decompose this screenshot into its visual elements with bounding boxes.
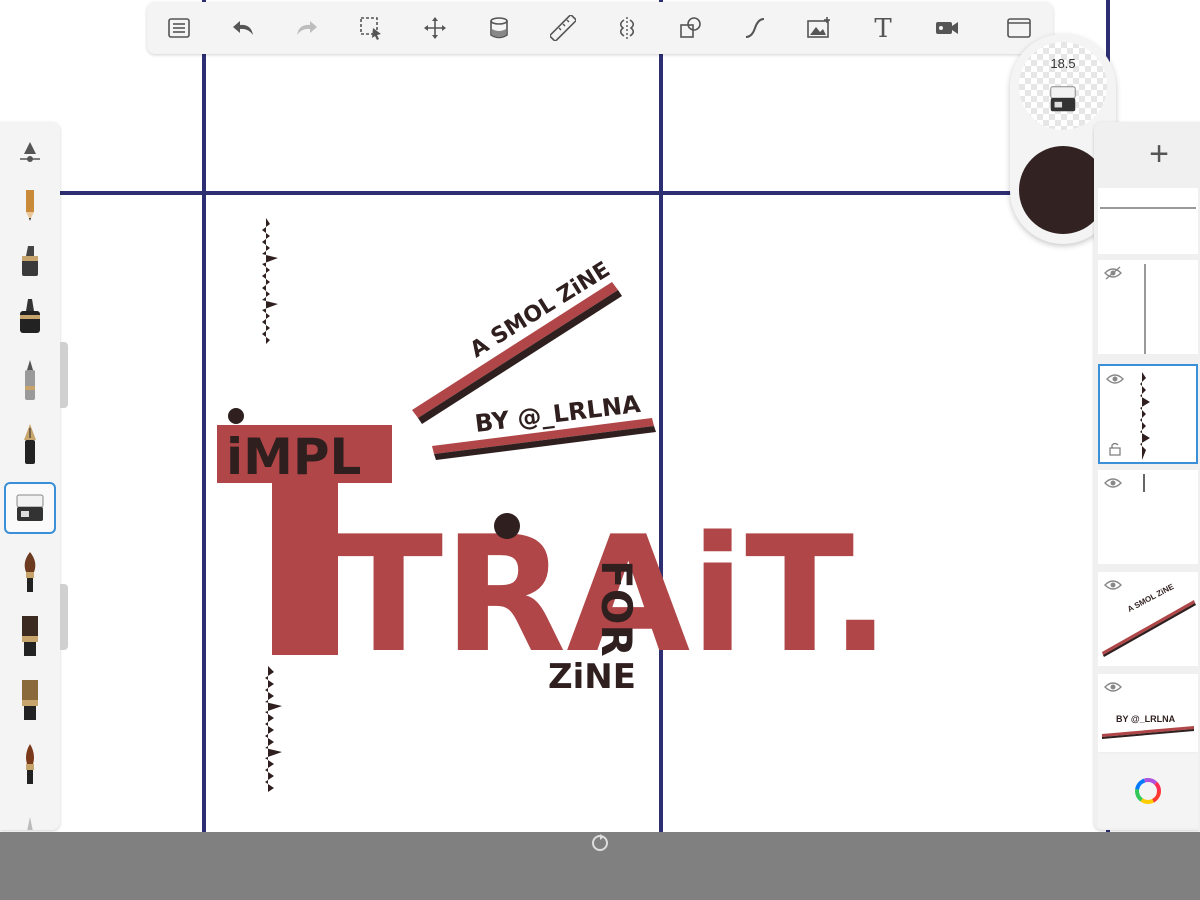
undo-icon[interactable] bbox=[211, 2, 275, 54]
rotate-handle-icon[interactable] bbox=[590, 833, 610, 853]
plus-icon: + bbox=[1149, 135, 1169, 173]
layer-preview bbox=[1143, 474, 1145, 492]
shapes-icon[interactable] bbox=[659, 2, 723, 54]
layer-preview bbox=[1102, 726, 1194, 739]
paint-brush-icon[interactable] bbox=[4, 546, 56, 598]
svg-text:T: T bbox=[874, 15, 892, 41]
layers-list-icon[interactable] bbox=[147, 2, 211, 54]
layer-thumbnail-1[interactable] bbox=[1098, 188, 1198, 254]
eraser-brush-icon[interactable] bbox=[4, 482, 56, 534]
zigzag-decoration-bottom bbox=[265, 666, 282, 792]
round-brush-icon[interactable] bbox=[4, 738, 56, 790]
transform-icon[interactable] bbox=[403, 2, 467, 54]
color-wheel-icon bbox=[1135, 778, 1161, 804]
symmetry-icon[interactable] bbox=[595, 2, 659, 54]
bristle-brush-icon[interactable] bbox=[4, 674, 56, 726]
title-word-impl: iMPL bbox=[226, 428, 361, 486]
layer-preview bbox=[1100, 207, 1196, 209]
redo-icon[interactable] bbox=[275, 2, 339, 54]
fountain-pen-brush-icon[interactable] bbox=[4, 418, 56, 470]
layer-preview-text: BY @_LRLNA bbox=[1116, 714, 1176, 724]
layer-thumbnail-2[interactable] bbox=[1098, 260, 1198, 354]
layer-thumbnail-3[interactable] bbox=[1098, 364, 1198, 464]
brush-settings-icon[interactable] bbox=[4, 126, 56, 178]
add-layer-button[interactable]: + bbox=[1118, 122, 1200, 186]
curve-icon[interactable] bbox=[723, 2, 787, 54]
ink-pen-brush-icon[interactable] bbox=[4, 290, 56, 342]
selection-icon[interactable] bbox=[339, 2, 403, 54]
color-picker-button[interactable] bbox=[1098, 754, 1198, 828]
brush-opacity-slider-handle[interactable] bbox=[60, 584, 68, 650]
flat-brush-icon[interactable] bbox=[4, 610, 56, 662]
layer-thumbnail-5[interactable]: A SMOL ZiNE bbox=[1098, 572, 1198, 666]
ruler-icon[interactable] bbox=[531, 2, 595, 54]
zigzag-decoration-top bbox=[262, 218, 278, 344]
text-icon[interactable]: T bbox=[851, 2, 915, 54]
brush-library-rail bbox=[0, 122, 60, 830]
pencil-brush-icon[interactable] bbox=[4, 180, 56, 232]
brush-size-value: 18.5 bbox=[1050, 56, 1076, 71]
fill-bucket-icon[interactable] bbox=[467, 2, 531, 54]
eraser-icon bbox=[1050, 86, 1076, 112]
for-text: FOR bbox=[592, 560, 641, 657]
airbrush-icon[interactable] bbox=[4, 800, 56, 830]
layer-preview bbox=[1144, 264, 1146, 354]
import-image-icon[interactable] bbox=[787, 2, 851, 54]
marker-brush-icon[interactable] bbox=[4, 234, 56, 286]
technical-pen-brush-icon[interactable] bbox=[4, 354, 56, 406]
brush-size-preview[interactable]: 18.5 bbox=[1019, 42, 1107, 130]
top-toolbar: T bbox=[147, 2, 1053, 54]
layer-thumbnail-6[interactable]: BY @_LRLNA bbox=[1098, 674, 1198, 752]
layer-preview bbox=[1102, 600, 1196, 657]
alpha-lock-icon[interactable] bbox=[1108, 442, 1122, 456]
brush-size-slider-handle[interactable] bbox=[60, 342, 68, 408]
video-icon[interactable] bbox=[915, 2, 979, 54]
layer-thumbnail-4[interactable] bbox=[1098, 470, 1198, 564]
zine-text: ZiNE bbox=[548, 657, 636, 697]
